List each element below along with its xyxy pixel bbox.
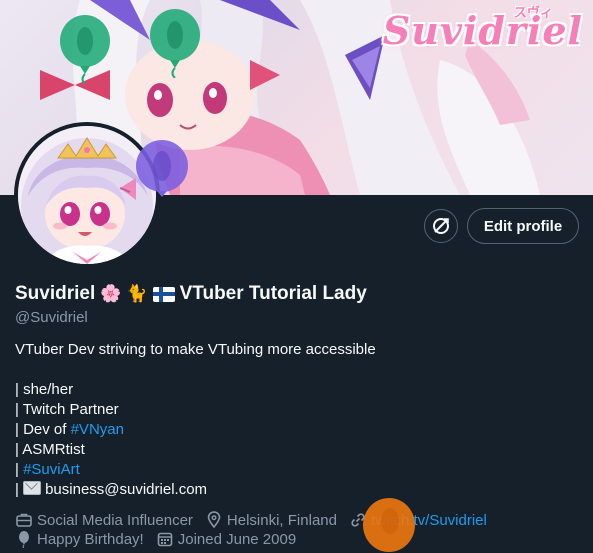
joined-text: Joined June 2009: [177, 530, 297, 548]
bio-pronouns: | she/her: [15, 381, 74, 398]
display-name: Suvidriel 🌸 🐈 VTuber Tutorial Lady: [15, 283, 367, 305]
category-item: Social Media Influencer: [15, 511, 193, 529]
display-name-text: Suvidriel: [15, 283, 96, 304]
balloon-icon: [150, 9, 200, 78]
envelope-icon: [23, 481, 42, 495]
profile-meta-row-1: Social Media Influencer Helsinki, Finlan…: [15, 511, 499, 529]
profile-handle: @Suvidriel: [15, 309, 88, 326]
nostr-button[interactable]: [424, 209, 458, 243]
bio-spacer: [15, 360, 376, 380]
hashtag-suviart-link[interactable]: #SuviArt: [23, 461, 80, 478]
profile-bio: VTuber Dev striving to make VTubing more…: [15, 340, 376, 500]
briefcase-icon: [16, 513, 32, 527]
location-text: Helsinki, Finland: [226, 511, 337, 529]
cat-emoji: 🐈: [126, 284, 148, 304]
bio-email-prefix: |: [15, 481, 24, 498]
bio-asmr: | ASMRtist: [15, 441, 85, 458]
bio-partner: | Twitch Partner: [15, 401, 119, 418]
bio-dev: | Dev of #VNyan: [15, 420, 376, 440]
display-name-suffix: VTuber Tutorial Lady: [179, 283, 367, 304]
calendar-icon: [157, 532, 173, 547]
bio-art: | #SuviArt: [15, 460, 376, 480]
location-pin-icon: [207, 511, 221, 529]
profile-meta-row-2: Happy Birthday! Joined June 2009: [15, 530, 308, 548]
edit-profile-button[interactable]: Edit profile: [467, 208, 579, 244]
balloon-birthday-icon: [19, 531, 29, 548]
hashtag-vnyan-link[interactable]: #VNyan: [71, 421, 124, 438]
birthday-item: Happy Birthday!: [15, 530, 144, 548]
location-item: Helsinki, Finland: [205, 511, 337, 529]
category-text: Social Media Influencer: [37, 511, 193, 529]
birthday-text: Happy Birthday!: [37, 530, 144, 548]
balloon-icon: [363, 498, 415, 552]
balloon-icon: [136, 140, 188, 197]
bio-dev-prefix: | Dev of: [15, 421, 71, 438]
bio-email: | business@suvidriel.com: [15, 480, 376, 500]
bio-art-prefix: |: [15, 461, 24, 478]
bio-email-address: business@suvidriel.com: [45, 481, 208, 498]
joined-item: Joined June 2009: [156, 530, 296, 548]
finland-flag-icon: [152, 286, 175, 302]
nostr-icon: [433, 218, 449, 234]
banner-logo: Suvidriel: [382, 8, 583, 53]
cherry-blossom-emoji: 🌸: [100, 284, 122, 304]
balloon-icon: [60, 15, 110, 84]
bio-intro: VTuber Dev striving to make VTubing more…: [15, 341, 376, 358]
